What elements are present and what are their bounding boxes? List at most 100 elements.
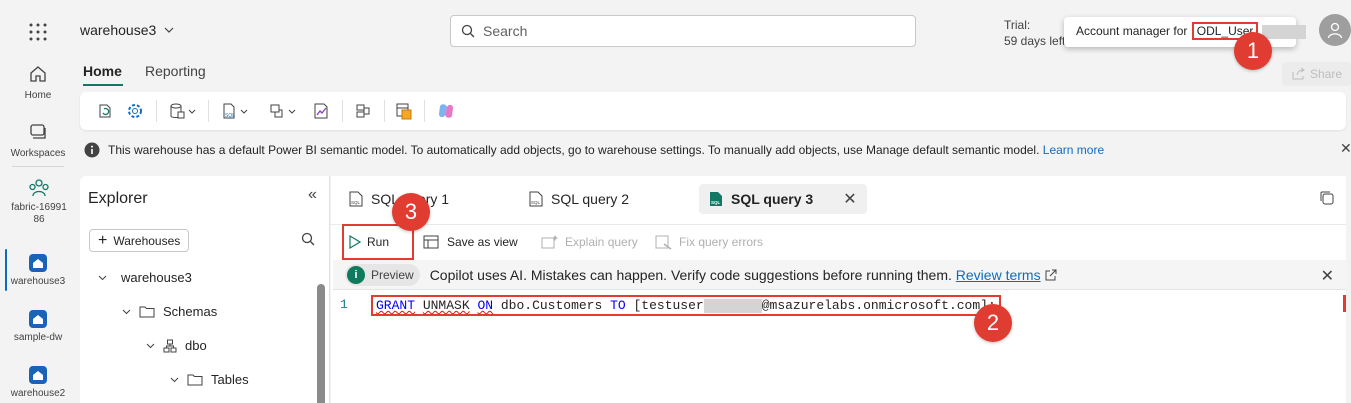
new-visual-query-dropdown[interactable] bbox=[268, 100, 296, 122]
ribbon-toolbar: SQL bbox=[80, 92, 1346, 130]
toolbar-divider bbox=[208, 100, 209, 122]
refresh-icon bbox=[96, 102, 114, 120]
add-warehouses-button[interactable]: + Warehouses bbox=[89, 229, 190, 252]
code-object: dbo.Customers bbox=[493, 298, 611, 313]
save-as-view-button[interactable]: Save as view bbox=[423, 231, 518, 253]
copilot-notice-bold: Copilot uses AI. bbox=[429, 266, 527, 283]
line-number: 1 bbox=[340, 297, 348, 312]
copilot-button[interactable] bbox=[436, 100, 456, 122]
explain-query-button[interactable]: Explain query bbox=[541, 231, 638, 253]
chevron-down-icon bbox=[164, 27, 174, 33]
rail-item-fabric-workspace[interactable]: fabric-1699186 bbox=[0, 178, 78, 226]
workspaces-icon bbox=[28, 122, 48, 142]
toolbar-divider bbox=[424, 100, 425, 122]
info-message: This warehouse has a default Power BI se… bbox=[108, 143, 1105, 157]
rail-label-sample-dw: sample-dw bbox=[13, 332, 63, 343]
preview-label: Preview bbox=[371, 267, 414, 282]
app-launcher-icon[interactable] bbox=[26, 20, 50, 44]
trial-days: 59 days left bbox=[1004, 34, 1066, 48]
learn-more-link[interactable]: Learn more bbox=[1043, 143, 1104, 157]
close-icon[interactable]: ✕ bbox=[1340, 140, 1351, 157]
close-icon[interactable]: ✕ bbox=[1321, 266, 1334, 286]
chevron-down-icon bbox=[170, 377, 179, 383]
sql-file-icon: SQL bbox=[220, 102, 238, 120]
callout-badge-1: 1 bbox=[1234, 32, 1272, 70]
error-marker bbox=[1343, 295, 1346, 312]
home-icon bbox=[28, 64, 48, 84]
explain-query-label: Explain query bbox=[565, 235, 638, 249]
tree-item-dbo[interactable]: dbo bbox=[146, 338, 207, 353]
new-sql-query-dropdown[interactable]: SQL bbox=[220, 100, 248, 122]
fabric-workspace-icon bbox=[28, 178, 50, 198]
chevron-down-icon bbox=[288, 109, 296, 114]
plus-icon: + bbox=[98, 231, 108, 249]
rail-label-warehouse2: warehouse2 bbox=[10, 388, 66, 399]
tab-reporting[interactable]: Reporting bbox=[145, 63, 206, 79]
rail-item-warehouse2[interactable]: warehouse2 bbox=[0, 366, 76, 400]
copilot-icon: i bbox=[347, 265, 365, 284]
redacted-block bbox=[703, 298, 762, 313]
explorer-title: Explorer bbox=[88, 190, 148, 207]
tree-item-tables[interactable]: Tables bbox=[170, 372, 249, 387]
svg-text:SQL: SQL bbox=[351, 200, 361, 205]
sql-file-icon: SQL bbox=[349, 191, 363, 207]
svg-text:SQL: SQL bbox=[531, 200, 541, 205]
warehouse-icon bbox=[29, 366, 47, 384]
query-editor: SQL SQL query 1 SQL SQL query 2 SQL SQL … bbox=[331, 176, 1346, 403]
explorer-panel: Explorer « + Warehouses warehouse3 Schem… bbox=[80, 176, 330, 403]
copilot-icon bbox=[436, 102, 456, 120]
rail-item-home[interactable]: Home bbox=[0, 64, 76, 102]
workspace-title-dropdown[interactable]: warehouse3 bbox=[80, 22, 174, 38]
keyword-grant: GRANT bbox=[376, 298, 416, 313]
tree-item-schemas[interactable]: Schemas bbox=[122, 304, 217, 319]
rail-item-workspaces[interactable]: Workspaces bbox=[0, 122, 76, 160]
chevron-down-icon bbox=[146, 343, 155, 349]
share-icon bbox=[1292, 68, 1305, 80]
tab-sql-query-3[interactable]: SQL SQL query 3 ✕ bbox=[699, 184, 867, 214]
code-principal-suffix: @msazurelabs.onmicrosoft.com]; bbox=[761, 298, 996, 313]
callout-badge-3: 3 bbox=[392, 193, 430, 231]
close-icon[interactable]: ✕ bbox=[843, 189, 856, 209]
semantic-model-icon bbox=[394, 101, 414, 121]
tab-home[interactable]: Home bbox=[83, 63, 122, 79]
share-label: Share bbox=[1310, 67, 1343, 81]
semantic-model-info-bar: This warehouse has a default Power BI se… bbox=[84, 140, 1346, 160]
visual-query-icon bbox=[268, 102, 286, 120]
review-terms-link[interactable]: Review terms bbox=[956, 267, 1041, 283]
explorer-scrollbar[interactable] bbox=[317, 284, 325, 403]
rail-label-home: Home bbox=[24, 90, 52, 101]
tree-label: Tables bbox=[211, 372, 249, 387]
code-editor[interactable]: 1 GRANT UNMASK ON dbo.Customers TO [test… bbox=[331, 290, 1346, 403]
search-icon bbox=[461, 24, 475, 38]
warehouse-icon bbox=[29, 310, 47, 328]
collapse-panel-icon[interactable]: « bbox=[308, 186, 317, 204]
tab-sql-query-2[interactable]: SQL SQL query 2 bbox=[519, 184, 639, 214]
new-semantic-model-button[interactable] bbox=[394, 100, 414, 122]
rail-item-warehouse3[interactable]: warehouse3 bbox=[0, 254, 76, 288]
account-avatar[interactable] bbox=[1319, 14, 1351, 46]
toolbar-divider bbox=[156, 100, 157, 122]
tree-item-warehouse3[interactable]: warehouse3 bbox=[98, 270, 192, 285]
search-box[interactable] bbox=[450, 15, 916, 47]
rail-divider bbox=[12, 166, 64, 167]
settings-button[interactable] bbox=[126, 100, 144, 122]
rail-label-fabric: fabric-1699186 bbox=[11, 202, 67, 225]
code-line[interactable]: GRANT UNMASK ON dbo.Customers TO [testus… bbox=[371, 295, 1001, 316]
svg-text:SQL: SQL bbox=[711, 200, 721, 205]
manage-semantic-model-button[interactable] bbox=[354, 100, 372, 122]
search-input[interactable] bbox=[483, 23, 883, 39]
trial-status: Trial: 59 days left bbox=[1004, 17, 1065, 49]
share-button[interactable]: Share bbox=[1282, 62, 1351, 86]
tree-label: dbo bbox=[185, 338, 207, 353]
search-icon[interactable] bbox=[301, 232, 315, 246]
get-data-dropdown[interactable] bbox=[168, 100, 196, 122]
keyword-on: ON bbox=[477, 298, 494, 313]
fix-query-errors-button[interactable]: Fix query errors bbox=[655, 231, 763, 253]
copy-window-icon[interactable] bbox=[1319, 190, 1335, 206]
report-icon bbox=[312, 102, 332, 120]
new-report-button[interactable] bbox=[312, 100, 332, 122]
tab-label: SQL query 2 bbox=[551, 191, 630, 207]
rail-label-warehouse3: warehouse3 bbox=[10, 276, 66, 287]
rail-item-sample-dw[interactable]: sample-dw bbox=[0, 310, 76, 344]
refresh-button[interactable] bbox=[96, 100, 114, 122]
